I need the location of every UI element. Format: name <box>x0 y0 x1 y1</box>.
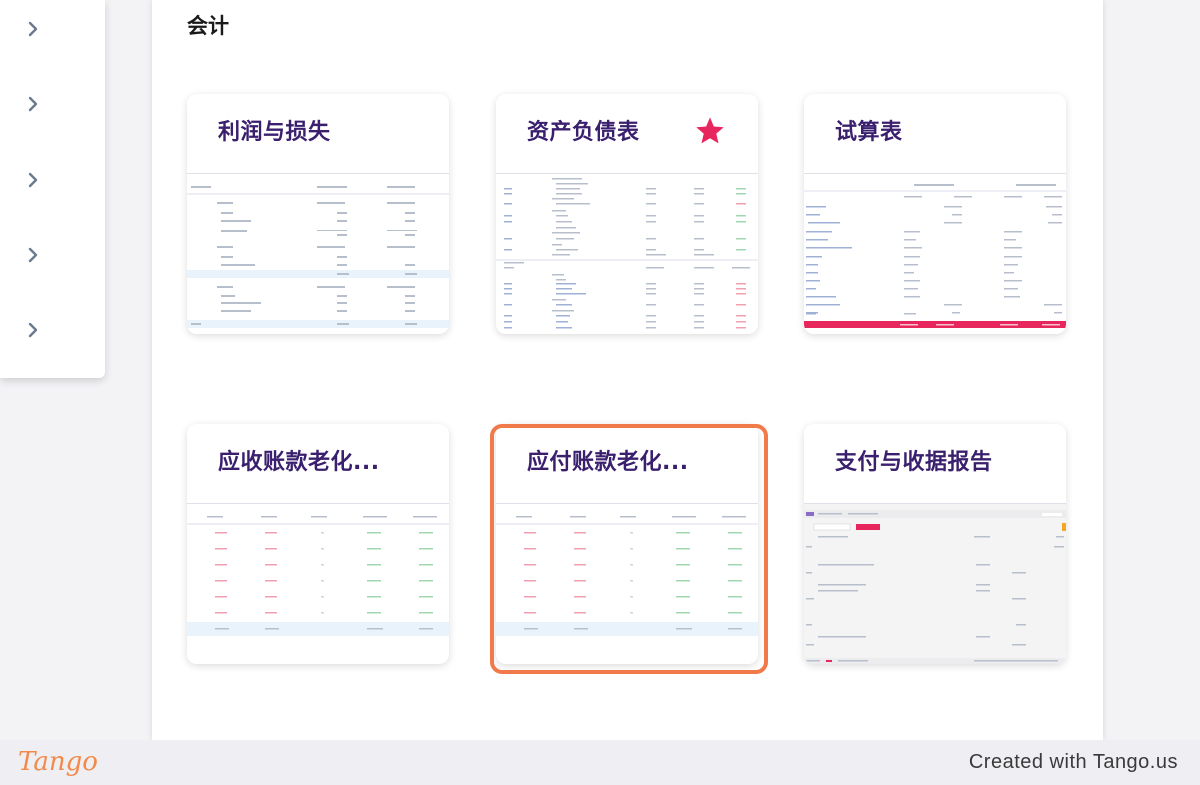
tango-logo: Tango <box>18 747 98 777</box>
card-title: 应收账款老化... <box>218 450 380 475</box>
report-card-balance-sheet[interactable]: 资产负债表 <box>496 94 758 334</box>
report-preview <box>496 504 758 664</box>
report-card-trial-balance[interactable]: 试算表 <box>804 94 1066 334</box>
section-title: 会计 <box>187 14 229 38</box>
favorite-star-icon[interactable] <box>694 115 726 147</box>
card-title: 应付账款老化... <box>527 450 689 475</box>
report-preview <box>804 174 1066 334</box>
sidebar <box>0 0 105 378</box>
chevron-right-icon[interactable] <box>24 246 42 264</box>
report-card-ap-aging[interactable]: 应付账款老化... <box>496 424 758 664</box>
chevron-right-icon[interactable] <box>24 321 42 339</box>
card-header: 应付账款老化... <box>496 424 758 504</box>
report-card-payments-receipts[interactable]: 支付与收据报告 <box>804 424 1066 664</box>
report-card-ar-aging[interactable]: 应收账款老化... <box>187 424 449 664</box>
chevron-right-icon[interactable] <box>24 20 42 38</box>
card-header: 支付与收据报告 <box>804 424 1066 504</box>
chevron-right-icon[interactable] <box>24 171 42 189</box>
card-title: 资产负债表 <box>527 120 640 145</box>
report-card-profit-loss[interactable]: 利润与损失 <box>187 94 449 334</box>
chevron-right-icon[interactable] <box>24 95 42 113</box>
credit-text: Created with Tango.us <box>968 751 1178 773</box>
report-preview <box>187 504 449 664</box>
card-header: 试算表 <box>804 94 1066 174</box>
card-header: 利润与损失 <box>187 94 449 174</box>
report-preview <box>804 504 1066 664</box>
card-title: 支付与收据报告 <box>835 450 993 475</box>
card-header: 资产负债表 <box>496 94 758 174</box>
report-preview <box>496 174 758 334</box>
card-title: 试算表 <box>835 120 903 145</box>
app-canvas: 会计 利润与损失 资产负债表 试算表 应收账款老化... 应付账款老化... 支… <box>0 0 1200 740</box>
report-preview <box>187 174 449 334</box>
card-header: 应收账款老化... <box>187 424 449 504</box>
card-title: 利润与损失 <box>218 120 331 145</box>
